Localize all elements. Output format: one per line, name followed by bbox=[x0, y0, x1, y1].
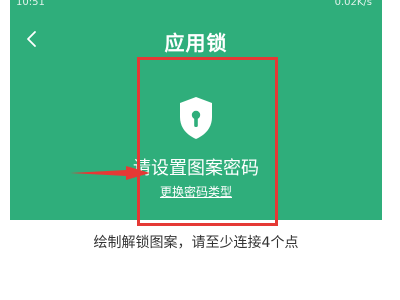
shield-keyhole-icon bbox=[180, 97, 212, 139]
set-pattern-prompt: 请设置图案密码 bbox=[133, 158, 259, 179]
network-speed: 0.02K/s bbox=[334, 0, 372, 8]
status-bar: 10:51 0.02K/s bbox=[10, 0, 382, 12]
change-password-type-link-wrap: 更换密码类型 bbox=[10, 183, 382, 200]
header-area: 10:51 0.02K/s 应用锁 请设置图案密码 更换密码类型 bbox=[10, 0, 382, 220]
pattern-hint: 绘制解锁图案，请至少连接4个点 bbox=[93, 235, 299, 251]
change-password-type-link[interactable]: 更换密码类型 bbox=[160, 185, 232, 199]
app-lock-screen: 10:51 0.02K/s 应用锁 请设置图案密码 更换密码类型 绘制解锁图案，… bbox=[10, 0, 382, 300]
right-margin bbox=[382, 0, 400, 300]
page-title: 应用锁 bbox=[164, 31, 228, 55]
status-time: 10:51 bbox=[16, 0, 45, 8]
